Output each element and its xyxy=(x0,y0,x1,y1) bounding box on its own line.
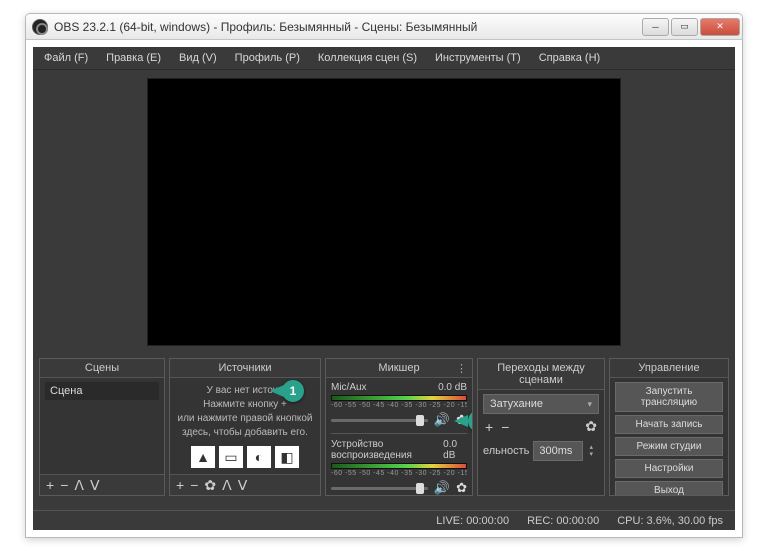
menu-scene-collection[interactable]: Коллекция сцен (S) xyxy=(311,49,424,67)
browser-source-icon: ◐ xyxy=(247,446,271,468)
preview-canvas[interactable] xyxy=(147,78,621,346)
add-scene-button[interactable]: + xyxy=(46,478,54,492)
mixer-mic: Mic/Aux 0.0 dB -60 -55 -50 -45 -40 -35 -… xyxy=(331,382,467,428)
close-button[interactable]: ✕ xyxy=(700,18,740,36)
sources-panel: Источники У вас нет источн Нажмите кнопк… xyxy=(169,358,321,496)
remove-transition-button[interactable]: − xyxy=(501,419,509,435)
studio-mode-button[interactable]: Режим студии xyxy=(615,437,723,456)
transition-duration-label: ельность xyxy=(483,445,529,457)
menu-profile[interactable]: Профиль (P) xyxy=(228,49,307,67)
mixer-mic-meter xyxy=(331,395,467,401)
sources-list[interactable]: У вас нет источн Нажмите кнопку + или на… xyxy=(170,378,320,474)
docks-row: Сцены Сцена + − ᐱ ᐯ Источники xyxy=(33,354,735,496)
scene-down-button[interactable]: ᐯ xyxy=(90,478,100,492)
callout-2: 2 xyxy=(468,410,472,432)
controls-header: Управление xyxy=(610,359,728,378)
sources-toolbar: + − ✿ ᐱ ᐯ xyxy=(170,474,320,495)
exit-button[interactable]: Выход xyxy=(615,481,723,495)
status-cpu: CPU: 3.6%, 30.00 fps xyxy=(617,515,723,527)
transition-selected: Затухание xyxy=(490,398,543,410)
transition-select[interactable]: Затухание ▾ xyxy=(483,394,599,414)
obs-icon xyxy=(32,19,48,35)
transitions-panel: Переходы между сценами Затухание ▾ + − ✿ xyxy=(477,358,605,496)
add-transition-button[interactable]: + xyxy=(485,419,493,435)
controls-panel: Управление Запустить трансляцию Начать з… xyxy=(609,358,729,496)
mixer-desktop-gear-icon[interactable]: ✿ xyxy=(456,480,467,495)
source-down-button[interactable]: ᐯ xyxy=(238,478,248,492)
scene-up-button[interactable]: ᐱ xyxy=(74,478,84,492)
mixer-desktop-level: 0.0 dB xyxy=(443,439,467,461)
start-recording-button[interactable]: Начать запись xyxy=(615,415,723,434)
scene-item[interactable]: Сцена xyxy=(45,382,159,400)
status-rec: REC: 00:00:00 xyxy=(527,515,599,527)
mixer-desktop-ticks: -60 -55 -50 -45 -40 -35 -30 -25 -20 -15 … xyxy=(331,470,467,477)
source-type-icons: ▲ ▭ ◐ ◧ xyxy=(175,446,315,468)
source-properties-button[interactable]: ✿ xyxy=(204,478,216,492)
window-title: OBS 23.2.1 (64-bit, windows) - Профиль: … xyxy=(54,20,642,34)
mixer-desktop-mute-icon[interactable]: 🔊 xyxy=(434,480,450,495)
menubar: Файл (F) Правка (E) Вид (V) Профиль (P) … xyxy=(33,47,735,70)
mixer-panel: Микшер ⋮ Mic/Aux 0.0 dB -60 -55 -50 -45 … xyxy=(325,358,473,496)
source-up-button[interactable]: ᐱ xyxy=(222,478,232,492)
mixer-desktop-meter xyxy=(331,463,467,469)
scenes-header: Сцены xyxy=(40,359,164,378)
status-live: LIVE: 00:00:00 xyxy=(436,515,509,527)
mixer-desktop-label: Устройство воспроизведения xyxy=(331,439,443,461)
remove-scene-button[interactable]: − xyxy=(60,478,68,492)
mixer-menu-icon[interactable]: ⋮ xyxy=(456,362,467,375)
menu-help[interactable]: Справка (H) xyxy=(532,49,607,67)
settings-button[interactable]: Настройки xyxy=(615,459,723,478)
preview-area xyxy=(33,70,735,354)
transition-duration-input[interactable]: 300ms xyxy=(533,441,583,461)
app-window: OBS 23.2.1 (64-bit, windows) - Профиль: … xyxy=(25,13,743,538)
menu-file[interactable]: Файл (F) xyxy=(37,49,95,67)
start-streaming-button[interactable]: Запустить трансляцию xyxy=(615,382,723,412)
menu-edit[interactable]: Правка (E) xyxy=(99,49,168,67)
duration-up-button[interactable]: ▴ xyxy=(589,444,599,451)
client-area: Файл (F) Правка (E) Вид (V) Профиль (P) … xyxy=(33,47,735,530)
mixer-mic-slider[interactable] xyxy=(331,419,428,422)
sources-header: Источники xyxy=(170,359,320,378)
transition-gear-icon[interactable]: ✿ xyxy=(585,418,597,435)
add-source-button[interactable]: + xyxy=(176,478,184,492)
mixer-mic-ticks: -60 -55 -50 -45 -40 -35 -30 -25 -20 -15 … xyxy=(331,402,467,409)
menu-view[interactable]: Вид (V) xyxy=(172,49,224,67)
statusbar: LIVE: 00:00:00 REC: 00:00:00 CPU: 3.6%, … xyxy=(33,510,735,530)
scenes-panel: Сцены Сцена + − ᐱ ᐯ xyxy=(39,358,165,496)
maximize-button[interactable]: ▭ xyxy=(671,18,698,36)
camera-source-icon: ◧ xyxy=(275,446,299,468)
titlebar: OBS 23.2.1 (64-bit, windows) - Профиль: … xyxy=(26,14,742,40)
mixer-desktop-slider[interactable] xyxy=(331,487,428,490)
duration-down-button[interactable]: ▾ xyxy=(589,451,599,458)
callout-1: 1 xyxy=(282,380,304,402)
mixer-header: Микшер ⋮ xyxy=(326,359,472,378)
mixer-mic-level: 0.0 dB xyxy=(438,382,467,393)
transitions-header: Переходы между сценами xyxy=(478,359,604,390)
mixer-mic-label: Mic/Aux xyxy=(331,382,367,393)
menu-tools[interactable]: Инструменты (T) xyxy=(428,49,528,67)
scenes-toolbar: + − ᐱ ᐯ xyxy=(40,474,164,495)
image-source-icon: ▲ xyxy=(191,446,215,468)
scenes-list[interactable]: Сцена xyxy=(40,378,164,474)
chevron-down-icon: ▾ xyxy=(587,399,592,410)
mixer-desktop: Устройство воспроизведения 0.0 dB -60 -5… xyxy=(331,439,467,495)
display-source-icon: ▭ xyxy=(219,446,243,468)
minimize-button[interactable]: ─ xyxy=(642,18,669,36)
remove-source-button[interactable]: − xyxy=(190,478,198,492)
mixer-mic-mute-icon[interactable]: 🔊 xyxy=(434,412,450,428)
